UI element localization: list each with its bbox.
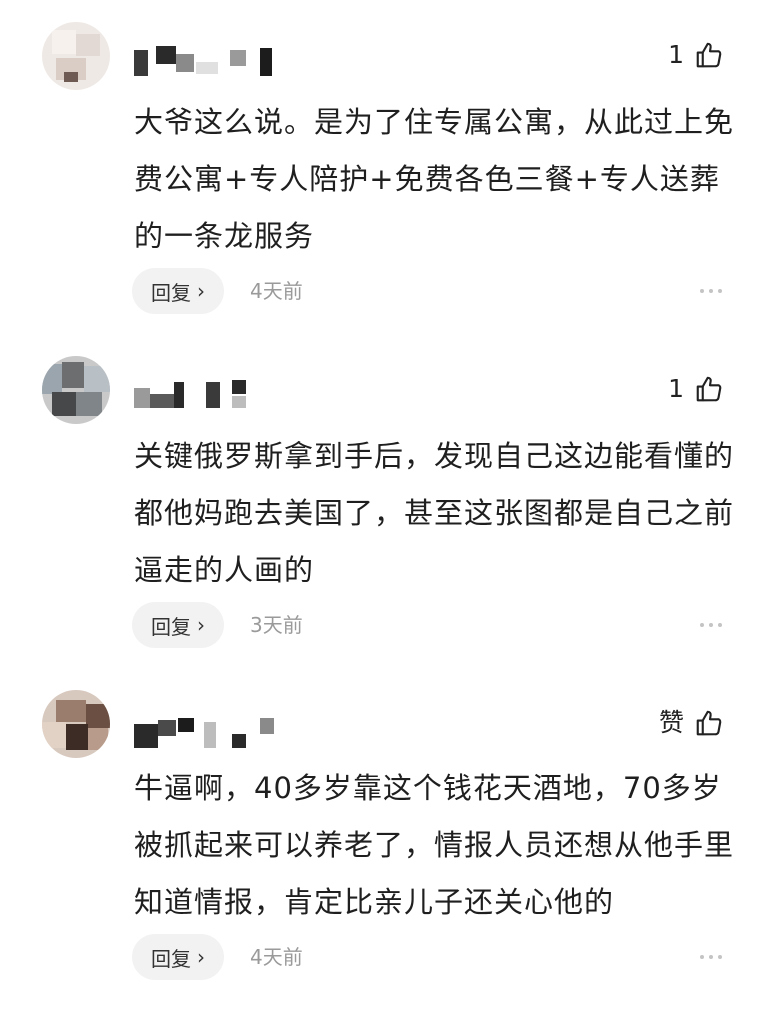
comment-time: 4天前 xyxy=(250,945,303,969)
like-count: 1 xyxy=(668,374,684,403)
avatar[interactable] xyxy=(42,22,110,90)
comment-time: 3天前 xyxy=(250,613,303,637)
comment-text: 牛逼啊，40多岁靠这个钱花天酒地，70多岁被抓起来可以养老了，情报人员还想从他手… xyxy=(134,771,735,919)
like-button[interactable]: 1 xyxy=(668,372,724,406)
reply-label: 回复 xyxy=(151,280,191,305)
comment-item: 1 大爷这么说。是为了住专属公寓，从此过上免费公寓+专人陪护+免费各色三餐+专人… xyxy=(0,0,768,334)
thumbs-up-icon xyxy=(696,42,722,68)
thumbs-up-icon xyxy=(696,710,722,736)
comment-text: 关键俄罗斯拿到手后，发现自己这边能看懂的都他妈跑去美国了，甚至这张图都是自己之前… xyxy=(134,439,735,587)
comment-text: 大爷这么说。是为了住专属公寓，从此过上免费公寓+专人陪护+免费各色三餐+专人送葬… xyxy=(134,105,735,253)
thumbs-up-icon xyxy=(696,376,722,402)
more-dots-icon[interactable] xyxy=(700,623,722,627)
reply-label: 回复 xyxy=(151,946,191,971)
like-button[interactable]: 1 xyxy=(668,38,724,72)
reply-button[interactable]: 回复 › xyxy=(132,602,224,648)
like-button[interactable]: 赞 xyxy=(659,706,724,740)
avatar[interactable] xyxy=(42,356,110,424)
comment-item: 赞 牛逼啊，40多岁靠这个钱花天酒地，70多岁被抓起来可以养老了，情报人员还想从… xyxy=(0,668,768,1002)
like-label: 赞 xyxy=(658,708,684,737)
reply-button[interactable]: 回复 › xyxy=(132,268,224,314)
username-masked[interactable] xyxy=(134,378,254,410)
username-masked[interactable] xyxy=(134,716,284,748)
chevron-right-icon: › xyxy=(197,279,205,303)
avatar[interactable] xyxy=(42,690,110,758)
reply-button[interactable]: 回复 › xyxy=(132,934,224,980)
comment-item: 1 关键俄罗斯拿到手后，发现自己这边能看懂的都他妈跑去美国了，甚至这张图都是自己… xyxy=(0,334,768,668)
username-masked[interactable] xyxy=(134,44,284,76)
chevron-right-icon: › xyxy=(197,945,205,969)
comment-time: 4天前 xyxy=(250,279,303,303)
chevron-right-icon: › xyxy=(197,613,205,637)
reply-label: 回复 xyxy=(151,614,191,639)
like-count: 1 xyxy=(668,40,684,69)
more-dots-icon[interactable] xyxy=(700,289,722,293)
more-dots-icon[interactable] xyxy=(700,955,722,959)
